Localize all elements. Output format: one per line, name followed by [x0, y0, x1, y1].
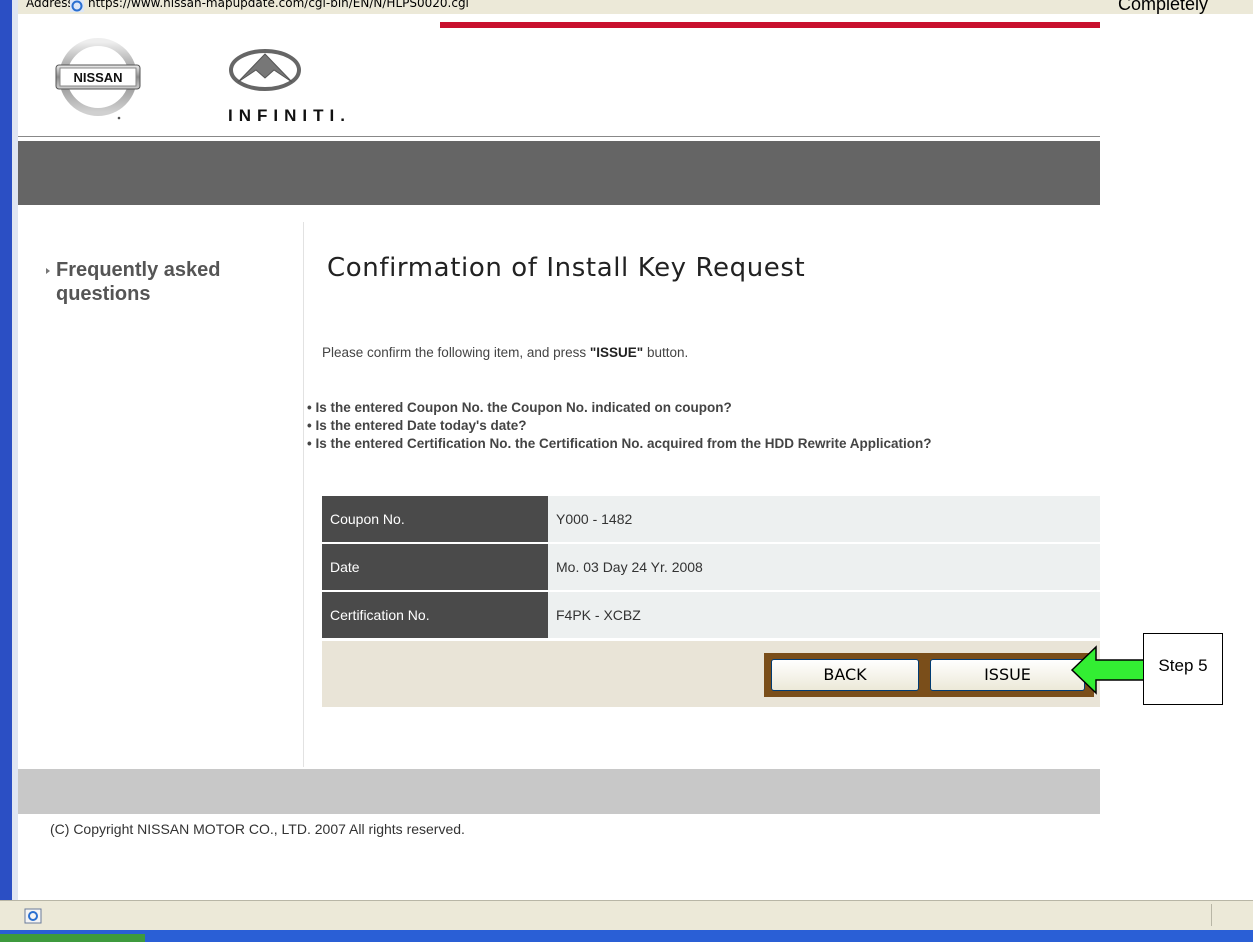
status-divider: [1211, 904, 1212, 926]
nissan-logo[interactable]: NISSAN: [52, 38, 144, 120]
step-callout: Step 5: [1143, 633, 1223, 705]
check-item-date: • Is the entered Date today's date?: [307, 418, 527, 433]
header-divider: [18, 136, 1100, 137]
instruction-prefix: Please confirm the following item, and p…: [322, 345, 590, 360]
check-item-certification: • Is the entered Certification No. the C…: [307, 436, 932, 451]
back-button[interactable]: BACK: [771, 659, 919, 691]
sidebar-divider: [303, 222, 304, 767]
footer-band: [18, 769, 1100, 814]
instruction-emphasis: "ISSUE": [589, 345, 644, 360]
copyright-text: (C) Copyright NISSAN MOTOR CO., LTD. 200…: [50, 821, 465, 837]
infiniti-wordmark: INFINITI.: [228, 106, 351, 125]
start-button[interactable]: [0, 934, 145, 942]
coupon-label: Coupon No.: [322, 496, 548, 542]
green-arrow-icon: [1070, 645, 1145, 695]
instruction-suffix: button.: [643, 345, 689, 360]
status-bar: [0, 900, 1253, 931]
sidebar-item-faq[interactable]: Frequently asked questions: [56, 258, 286, 306]
date-value: Mo. 03 Day 24 Yr. 2008: [548, 544, 1100, 590]
logo-header: NISSAN INFINITI.: [18, 28, 1100, 136]
table-row-certification: Certification No. F4PK - XCBZ: [322, 592, 1100, 640]
issue-button[interactable]: ISSUE: [930, 659, 1085, 691]
faq-bullet-icon: [46, 268, 50, 274]
address-bar: Address https://www.nissan-mapupdate.com…: [0, 0, 1253, 14]
url-field[interactable]: https://www.nissan-mapupdate.com/cgi-bin…: [88, 0, 469, 10]
confirmation-checklist: • Is the entered Coupon No. the Coupon N…: [307, 399, 1097, 453]
document-page-text: Completely: [1118, 0, 1209, 14]
page-title: Confirmation of Install Key Request: [327, 253, 806, 283]
page-icon: [24, 908, 42, 924]
taskbar: [0, 930, 1253, 942]
coupon-value: Y000 - 1482: [548, 496, 1100, 542]
check-item-coupon: • Is the entered Coupon No. the Coupon N…: [307, 400, 732, 415]
window-frame-left: [0, 0, 12, 912]
instruction-text: Please confirm the following item, and p…: [322, 345, 688, 360]
table-row-coupon: Coupon No. Y000 - 1482: [322, 496, 1100, 544]
internet-explorer-icon: [70, 0, 84, 12]
certification-label: Certification No.: [322, 592, 548, 638]
header-band: [18, 141, 1100, 205]
infiniti-emblem[interactable]: [228, 48, 302, 92]
nissan-wordmark: NISSAN: [73, 70, 122, 85]
date-label: Date: [322, 544, 548, 590]
table-row-date: Date Mo. 03 Day 24 Yr. 2008: [322, 544, 1100, 592]
address-label: Address: [26, 0, 74, 10]
certification-value: F4PK - XCBZ: [548, 592, 1100, 638]
